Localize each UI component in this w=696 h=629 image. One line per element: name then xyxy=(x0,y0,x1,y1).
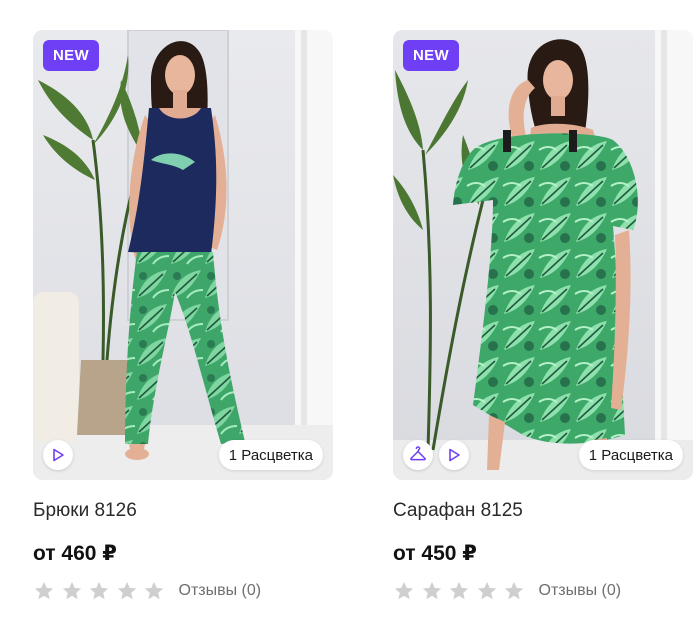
colors-count-badge[interactable]: 1 Расцветка xyxy=(578,440,683,470)
star-icon xyxy=(89,581,109,600)
product-image xyxy=(393,30,693,480)
star-icon xyxy=(62,581,81,600)
new-badge: NEW xyxy=(43,40,99,71)
star-rating xyxy=(33,580,171,602)
product-price: от 460 ₽ xyxy=(33,542,117,565)
hanger-icon xyxy=(410,446,426,461)
play-icon xyxy=(449,448,460,462)
product-price: от 450 ₽ xyxy=(393,542,477,565)
star-icon xyxy=(477,581,496,600)
product-title[interactable]: Сарафан 8125 xyxy=(393,499,693,523)
play-video-button[interactable] xyxy=(43,440,73,470)
star-icon xyxy=(449,581,469,600)
product-image xyxy=(33,30,333,480)
rating-row: Отзывы (0) xyxy=(393,579,693,603)
colors-count-badge[interactable]: 1 Расцветка xyxy=(218,440,323,470)
reviews-link[interactable]: Отзывы (0) xyxy=(179,582,262,600)
star-icon xyxy=(34,581,54,600)
star-rating xyxy=(393,580,531,602)
new-badge: NEW xyxy=(403,40,459,71)
star-icon xyxy=(394,581,414,600)
star-icon xyxy=(117,581,136,600)
play-icon xyxy=(53,448,64,462)
rating-row: Отзывы (0) xyxy=(33,579,333,603)
product-title[interactable]: Брюки 8126 xyxy=(33,499,333,523)
try-on-button[interactable] xyxy=(403,440,433,470)
star-icon xyxy=(144,581,164,600)
product-photo[interactable]: NEW 1 Расцветка xyxy=(393,30,693,480)
play-video-button[interactable] xyxy=(439,440,469,470)
product-photo[interactable]: NEW 1 Расцветка xyxy=(33,30,333,480)
reviews-link[interactable]: Отзывы (0) xyxy=(539,582,622,600)
star-icon xyxy=(504,581,524,600)
product-card[interactable]: NEW 1 Расцветка Брюки 8126 от 460 ₽ Отзы… xyxy=(33,30,333,603)
product-card[interactable]: NEW 1 Расцветка Сарафан 8125 от 450 ₽ От… xyxy=(393,30,693,603)
star-icon xyxy=(422,581,441,600)
